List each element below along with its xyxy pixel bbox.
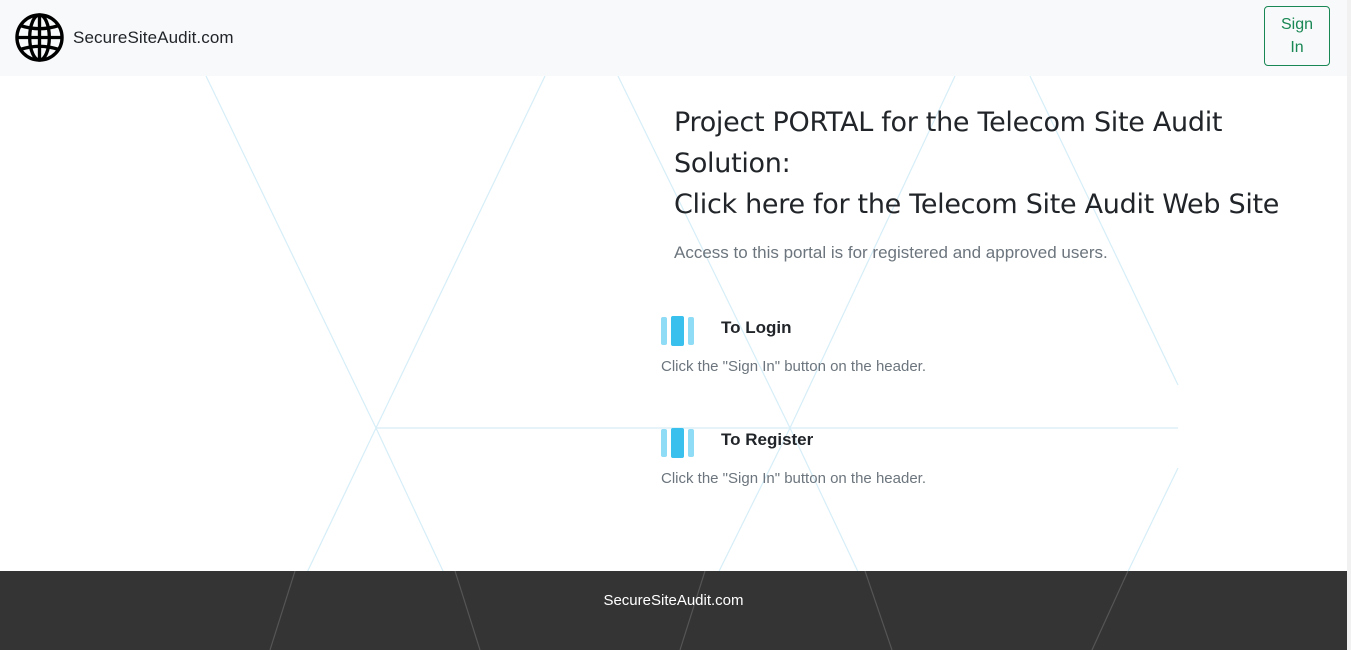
columns-icon: [661, 428, 695, 458]
feature-title: To Register: [721, 430, 814, 449]
headline-text: Project PORTAL for the Telecom Site Audi…: [674, 107, 1223, 179]
hero-section: Project PORTAL for the Telecom Site Audi…: [674, 102, 1334, 263]
access-notice: Access to this portal is for registered …: [674, 243, 1108, 262]
page: SecureSiteAudit.com Sign In Project PORT…: [0, 0, 1351, 650]
telecom-site-link[interactable]: Click here for the Telecom Site Audit We…: [674, 184, 1334, 225]
brand-name: SecureSiteAudit.com: [73, 27, 234, 47]
footer-pattern: [269, 571, 1129, 650]
vertical-scrollbar[interactable]: [1347, 0, 1351, 650]
columns-icon: [661, 316, 695, 346]
site-header: SecureSiteAudit.com Sign In: [0, 0, 1351, 76]
feature-description: Click the "Sign In" button on the header…: [661, 470, 926, 487]
sign-in-button[interactable]: Sign In: [1264, 6, 1330, 66]
site-footer: SecureSiteAudit.com: [0, 571, 1347, 650]
feature-description: Click the "Sign In" button on the header…: [661, 358, 926, 375]
brand-link[interactable]: SecureSiteAudit.com: [14, 12, 234, 63]
footer-brand: SecureSiteAudit.com: [603, 592, 744, 609]
feature-title: To Login: [721, 318, 792, 337]
page-title: Project PORTAL for the Telecom Site Audi…: [674, 102, 1334, 225]
globe-icon: [14, 12, 65, 63]
